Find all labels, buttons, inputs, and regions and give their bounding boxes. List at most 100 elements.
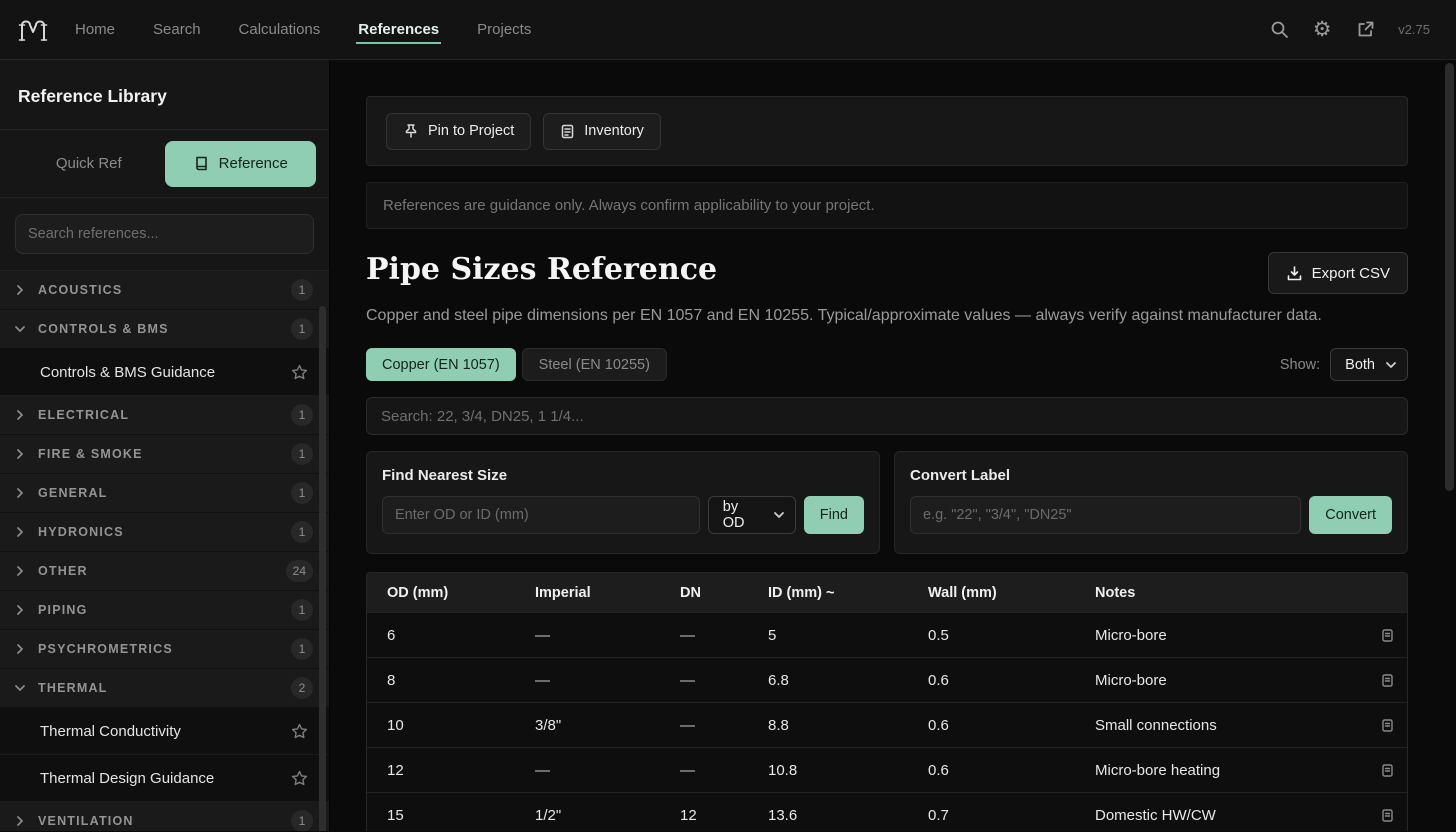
cell-od: 12 xyxy=(387,762,535,779)
table-row[interactable]: 8 — — 6.8 0.6 Micro-bore xyxy=(367,657,1407,702)
table-row[interactable]: 15 1/2" 12 13.6 0.7 Domestic HW/CW xyxy=(367,792,1407,831)
find-size-input[interactable] xyxy=(382,496,700,534)
convert-label-title: Convert Label xyxy=(910,467,1392,484)
category-label: ELECTRICAL xyxy=(38,408,291,422)
show-select[interactable]: Both xyxy=(1330,348,1408,381)
cell-imperial: 1/2" xyxy=(535,807,680,824)
search-icon[interactable] xyxy=(1269,20,1289,40)
find-nearest-size-title: Find Nearest Size xyxy=(382,467,864,484)
table-row[interactable]: 12 — — 10.8 0.6 Micro-bore heating xyxy=(367,747,1407,792)
convert-label-panel: Convert Label Convert xyxy=(894,451,1408,554)
page-toolbar: Pin to Project Inventory xyxy=(366,96,1408,166)
count-badge: 2 xyxy=(291,677,313,699)
sidebar-scrollbar[interactable] xyxy=(319,306,326,831)
count-badge: 1 xyxy=(291,599,313,621)
chevron-down-icon xyxy=(1385,359,1397,371)
inventory-label: Inventory xyxy=(584,123,644,139)
sidebar-item-general[interactable]: GENERAL 1 xyxy=(0,474,329,513)
nav-item-search[interactable]: Search xyxy=(151,1,203,58)
page-title: Pipe Sizes Reference xyxy=(366,252,717,287)
library-mode-toggle: Quick Ref Reference xyxy=(0,130,329,198)
sidebar-item-hydronics[interactable]: HYDRONICS 1 xyxy=(0,513,329,552)
guidance-notice: References are guidance only. Always con… xyxy=(366,182,1408,229)
main-scrollbar[interactable] xyxy=(1445,63,1454,491)
convert-button[interactable]: Convert xyxy=(1309,496,1392,534)
cell-imperial: — xyxy=(535,627,680,644)
row-note-icon[interactable] xyxy=(1353,718,1395,733)
inventory-button[interactable]: Inventory xyxy=(543,113,661,150)
sidebar-item-thermal-conductivity[interactable]: Thermal Conductivity xyxy=(0,708,329,755)
nav-item-projects[interactable]: Projects xyxy=(475,1,533,58)
star-icon[interactable] xyxy=(290,769,309,788)
reference-library-sidebar: Reference Library Quick Ref Reference AC… xyxy=(0,60,330,831)
cell-id: 5 xyxy=(768,627,928,644)
primary-nav: Home Search Calculations References Proj… xyxy=(73,1,533,58)
column-header-notes: Notes xyxy=(1095,585,1353,601)
sidebar-item-psychrometrics[interactable]: PSYCHROMETRICS 1 xyxy=(0,630,329,669)
cell-wall: 0.6 xyxy=(928,672,1095,689)
category-label: FIRE & SMOKE xyxy=(38,447,291,461)
reference-item-label: Thermal Conductivity xyxy=(40,723,290,740)
sidebar-item-thermal[interactable]: THERMAL 2 xyxy=(0,669,329,708)
show-select-value: Both xyxy=(1345,357,1375,373)
sidebar-item-fire-smoke[interactable]: FIRE & SMOKE 1 xyxy=(0,435,329,474)
find-nearest-size-panel: Find Nearest Size by OD Find xyxy=(366,451,880,554)
cell-id: 8.8 xyxy=(768,717,928,734)
row-note-icon[interactable] xyxy=(1353,763,1395,778)
chevron-right-icon xyxy=(14,526,26,538)
cell-imperial: — xyxy=(535,672,680,689)
export-csv-button[interactable]: Export CSV xyxy=(1268,252,1408,294)
cell-notes: Domestic HW/CW xyxy=(1095,807,1353,824)
count-badge: 1 xyxy=(291,404,313,426)
cell-wall: 0.7 xyxy=(928,807,1095,824)
star-icon[interactable] xyxy=(290,722,309,741)
cell-notes: Micro-bore heating xyxy=(1095,762,1353,779)
find-mode-select[interactable]: by OD xyxy=(708,496,796,534)
external-link-icon[interactable] xyxy=(1355,20,1375,40)
find-button[interactable]: Find xyxy=(804,496,864,534)
table-search-input[interactable] xyxy=(366,397,1408,435)
sidebar-item-controls-bms[interactable]: CONTROLS & BMS 1 xyxy=(0,310,329,349)
cell-id: 13.6 xyxy=(768,807,928,824)
pin-icon xyxy=(403,123,419,139)
reference-toggle[interactable]: Reference xyxy=(165,141,317,187)
category-label: PIPING xyxy=(38,603,291,617)
table-header-row: OD (mm) Imperial DN ID (mm) ~ Wall (mm) … xyxy=(367,573,1407,612)
nav-item-calculations[interactable]: Calculations xyxy=(237,1,323,58)
app-version: v2.75 xyxy=(1398,22,1430,37)
sidebar-item-controls-bms-guidance[interactable]: Controls & BMS Guidance xyxy=(0,349,329,396)
nav-item-home[interactable]: Home xyxy=(73,1,117,58)
sidebar-item-ventilation[interactable]: VENTILATION 1 xyxy=(0,802,329,831)
pin-to-project-button[interactable]: Pin to Project xyxy=(386,113,531,150)
document-icon xyxy=(560,124,575,139)
row-note-icon[interactable] xyxy=(1353,808,1395,823)
sidebar-header: Reference Library xyxy=(0,60,329,130)
gear-icon[interactable]: ⚙ xyxy=(1312,20,1332,40)
row-note-icon[interactable] xyxy=(1353,628,1395,643)
chevron-down-icon xyxy=(773,509,785,521)
star-icon[interactable] xyxy=(290,363,309,382)
quick-ref-toggle[interactable]: Quick Ref xyxy=(13,155,165,172)
app-logo-pipes-m-icon[interactable] xyxy=(15,13,51,47)
nav-item-references[interactable]: References xyxy=(356,1,441,58)
book-icon xyxy=(193,155,210,172)
table-row[interactable]: 10 3/8" — 8.8 0.6 Small connections xyxy=(367,702,1407,747)
sidebar-item-acoustics[interactable]: ACOUSTICS 1 xyxy=(0,271,329,310)
sidebar-search-input[interactable] xyxy=(15,214,314,254)
show-label: Show: xyxy=(1280,357,1320,373)
sidebar-item-piping[interactable]: PIPING 1 xyxy=(0,591,329,630)
sidebar-item-other[interactable]: OTHER 24 xyxy=(0,552,329,591)
chevron-right-icon xyxy=(14,565,26,577)
sidebar-item-thermal-design-guidance[interactable]: Thermal Design Guidance xyxy=(0,755,329,802)
tab-steel[interactable]: Steel (EN 10255) xyxy=(522,348,667,381)
convert-label-input[interactable] xyxy=(910,496,1301,534)
row-note-icon[interactable] xyxy=(1353,673,1395,688)
reference-item-label: Controls & BMS Guidance xyxy=(40,364,290,381)
tab-copper[interactable]: Copper (EN 1057) xyxy=(366,348,516,381)
top-navigation-bar: Home Search Calculations References Proj… xyxy=(0,0,1456,60)
cell-wall: 0.6 xyxy=(928,762,1095,779)
table-row[interactable]: 6 — — 5 0.5 Micro-bore xyxy=(367,612,1407,657)
cell-dn: 12 xyxy=(680,807,768,824)
chevron-right-icon xyxy=(14,643,26,655)
sidebar-item-electrical[interactable]: ELECTRICAL 1 xyxy=(0,396,329,435)
